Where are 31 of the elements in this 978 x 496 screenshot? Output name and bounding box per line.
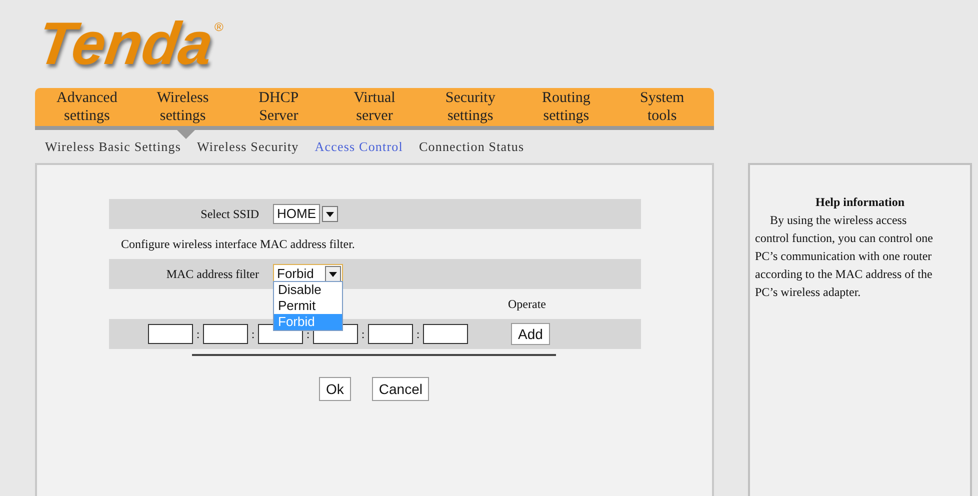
add-button[interactable]: Add	[511, 323, 550, 345]
sub-tab[interactable]: Connection Status	[418, 136, 524, 156]
mac-input-field[interactable]	[368, 324, 413, 344]
sub-tab[interactable]: Access Control	[314, 136, 403, 156]
help-text: By using the wireless access control function, you can control one PC’s communication with one router according to the MAC address of the PC’s wireless adapter.	[755, 212, 934, 301]
field-label: MAC address filter	[165, 266, 259, 283]
dropdown-option[interactable]: Disable	[274, 282, 342, 298]
menu-tab[interactable]: Routing settings	[518, 89, 614, 126]
separator-text: :	[360, 326, 366, 343]
separator-text: :	[195, 326, 201, 343]
mac-input-field[interactable]	[423, 324, 468, 344]
menu-tab[interactable]: Advanced settings	[39, 89, 135, 126]
sub-tab[interactable]: Wireless Basic Settings	[45, 136, 182, 156]
help-title: Help information	[814, 194, 906, 211]
form-button[interactable]: Cancel	[372, 377, 430, 401]
form-button[interactable]: Ok	[319, 377, 351, 401]
mac-input-field[interactable]	[148, 324, 193, 344]
menu-tab[interactable]: Security settings	[422, 89, 518, 126]
menu-tab[interactable]: Wireless settings	[134, 89, 231, 126]
registered-mark: ®	[214, 19, 224, 36]
description-text: Configure wireless interface MAC address filter.	[120, 236, 356, 253]
field-label: Select SSID	[200, 206, 259, 223]
separator-text: :	[415, 326, 421, 343]
menu-tab[interactable]: System tools	[614, 89, 710, 126]
separator-text: :	[250, 326, 256, 343]
menu-tab[interactable]: Virtual server	[326, 89, 422, 126]
mac-input-field[interactable]	[203, 324, 248, 344]
column-header: Operate	[508, 296, 546, 313]
dropdown-option[interactable]: Permit	[274, 298, 342, 314]
sub-tab[interactable]: Wireless Security	[197, 136, 299, 156]
menu-tab[interactable]: DHCP Server	[230, 89, 327, 126]
